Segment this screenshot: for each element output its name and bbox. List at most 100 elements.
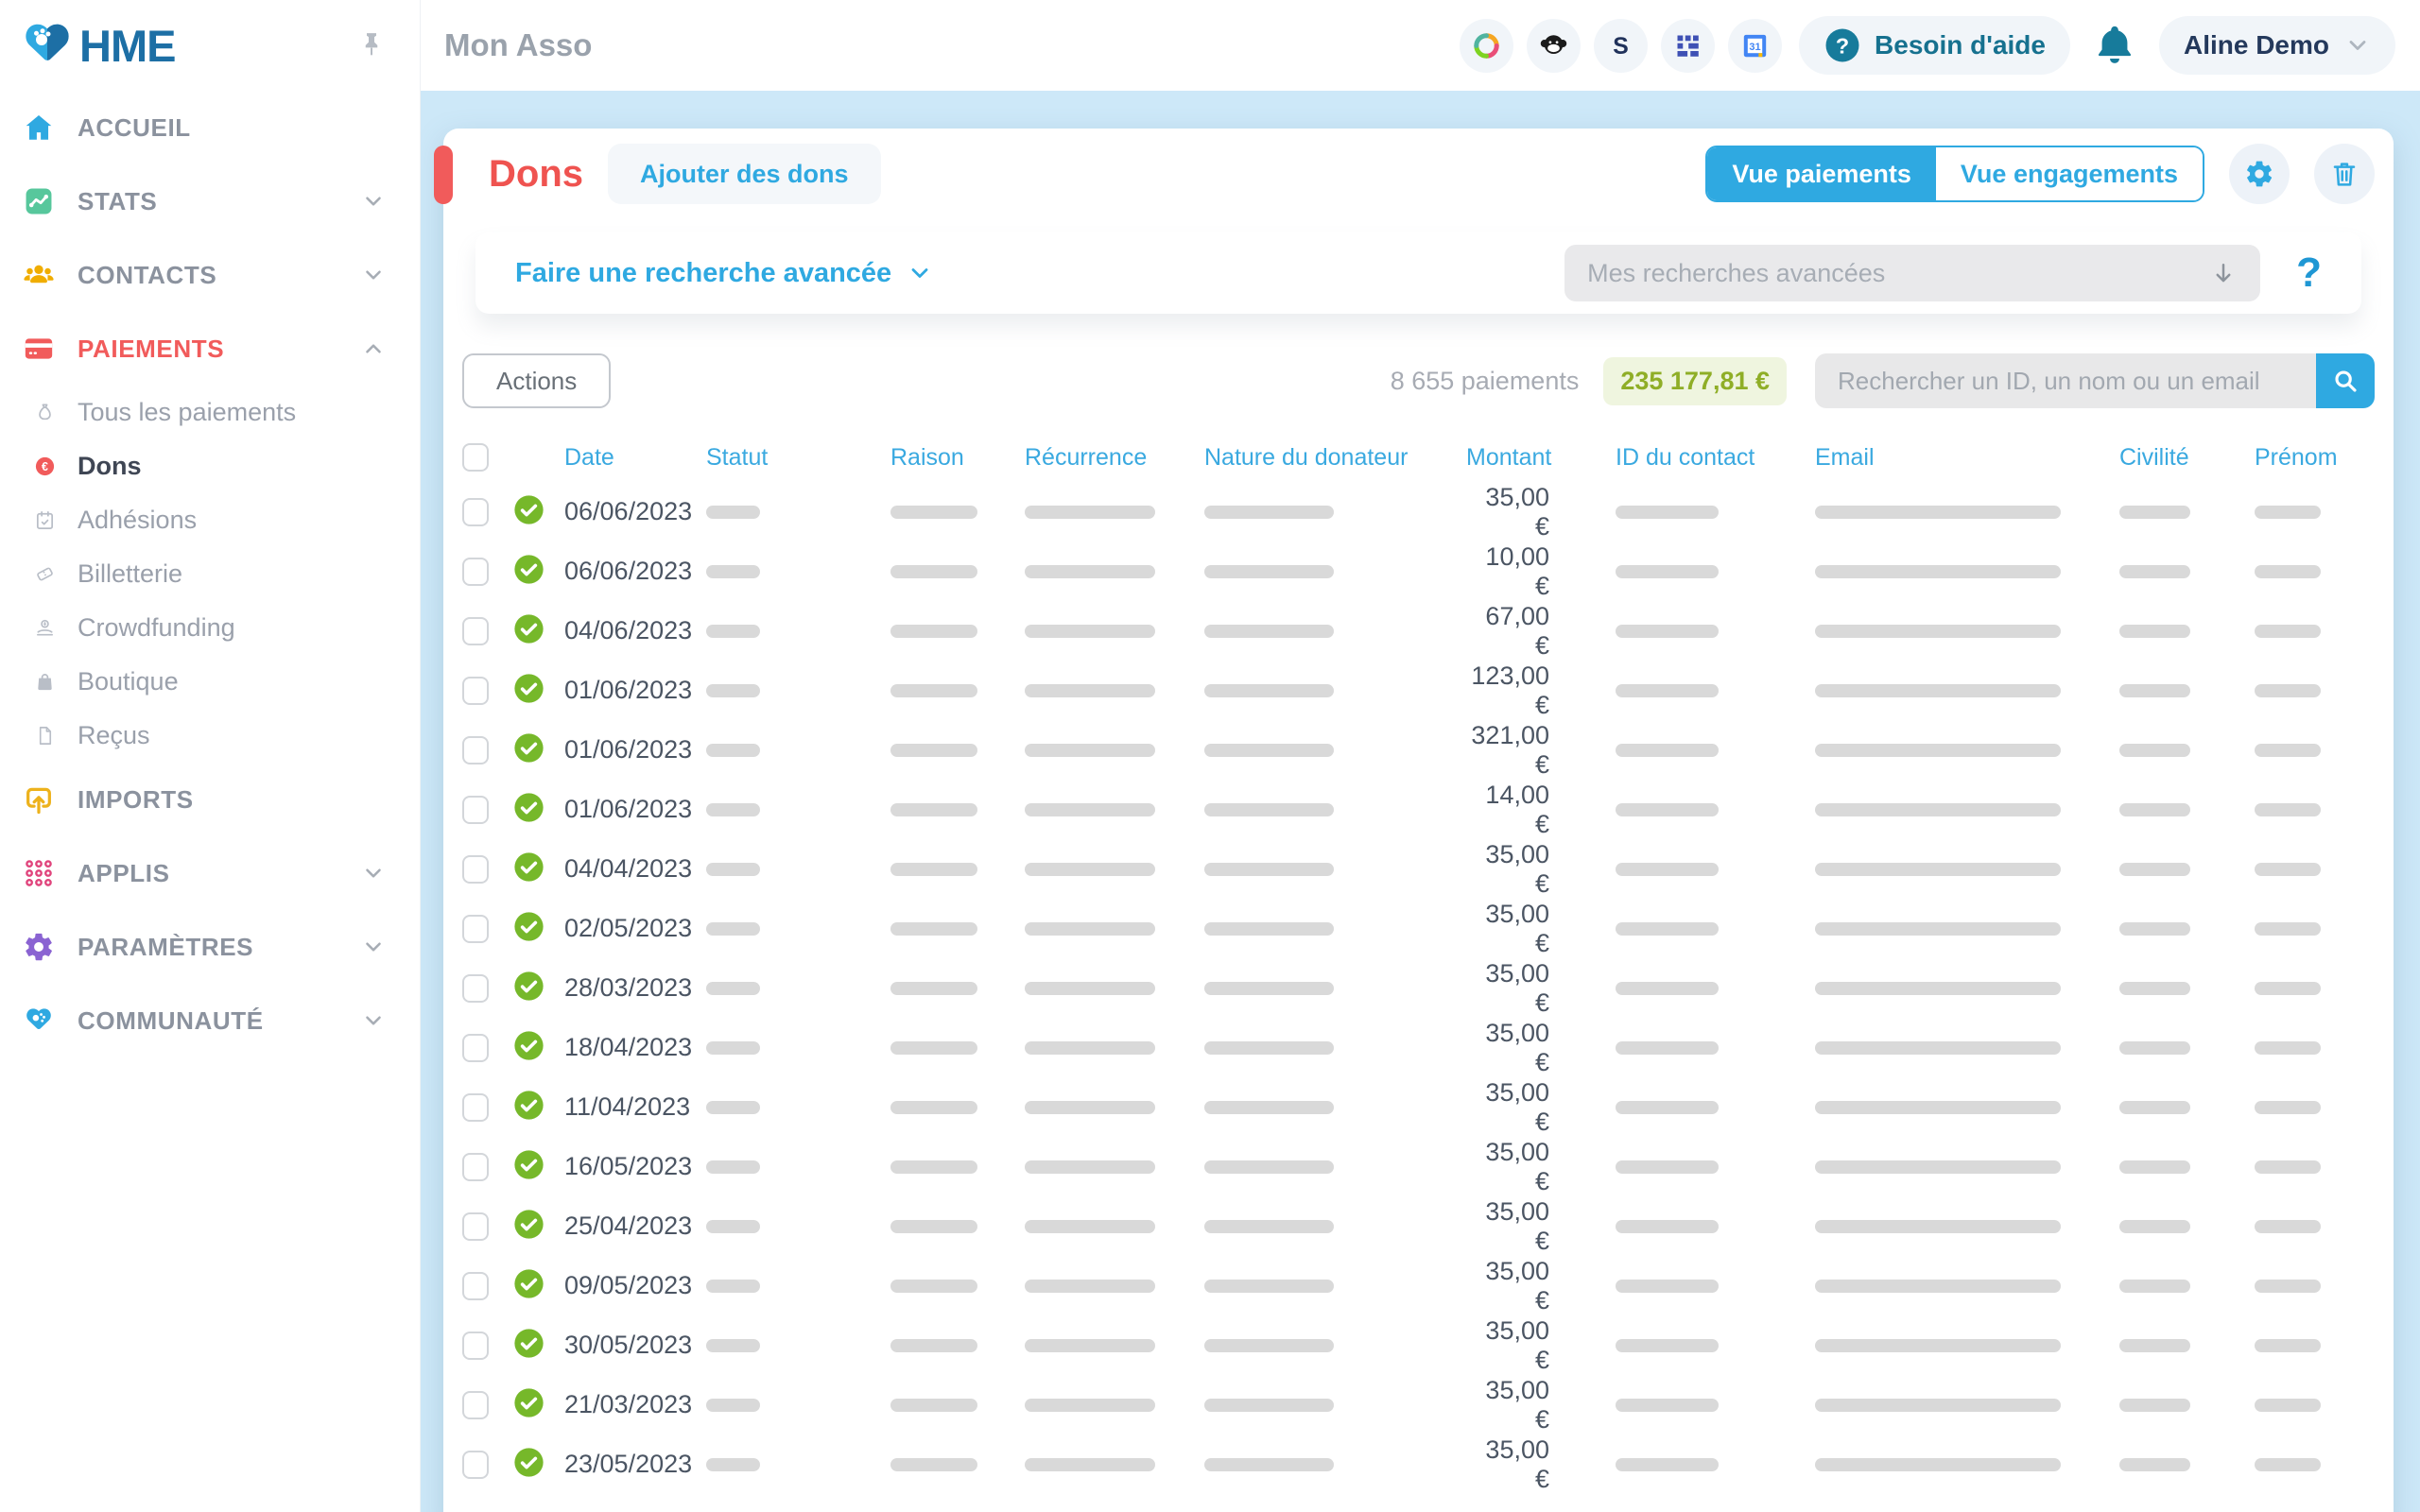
sidebar-item-accueil[interactable]: ACCUEIL <box>0 91 420 164</box>
row-checkbox[interactable] <box>462 1153 489 1181</box>
row-checkbox[interactable] <box>462 498 489 526</box>
sidebar-item-communaute[interactable]: COMMUNAUTÉ <box>0 984 420 1057</box>
sidebar-item-stats[interactable]: STATS <box>0 164 420 238</box>
logo-text: HME <box>79 20 175 72</box>
view-toggle: Vue paiements Vue engagements <box>1705 146 2204 202</box>
select-all-checkbox[interactable] <box>462 443 489 472</box>
column-header-nature[interactable]: Nature du donateur <box>1204 444 1466 472</box>
column-header-email[interactable]: Email <box>1815 444 2119 472</box>
table-row[interactable]: 09/05/202335,00 € <box>462 1256 2375 1315</box>
row-checkbox[interactable] <box>462 1093 489 1122</box>
table-row[interactable]: 21/03/202335,00 € <box>462 1375 2375 1435</box>
column-header-date[interactable]: Date <box>564 444 706 472</box>
column-header-statut[interactable]: Statut <box>706 444 890 472</box>
sidebar-item-imports[interactable]: IMPORTS <box>0 763 420 836</box>
table-row[interactable]: 23/05/202335,00 € <box>462 1435 2375 1494</box>
redacted-statut <box>706 1339 760 1352</box>
app-chip-mailchimp-icon[interactable] <box>1527 19 1581 73</box>
help-button[interactable]: ? Besoin d'aide <box>1799 16 2070 75</box>
search-input[interactable] <box>1815 353 2316 408</box>
column-header-montant[interactable]: Montant <box>1466 444 1616 472</box>
table-row[interactable]: 04/04/202335,00 € <box>462 839 2375 899</box>
column-header-recurrence[interactable]: Récurrence <box>1025 444 1204 472</box>
redacted-recurrence <box>1025 506 1155 519</box>
app-chip-ring-logo-icon[interactable] <box>1460 19 1513 73</box>
cell-montant: 67,00 € <box>1466 602 1549 661</box>
app-logo[interactable]: HME <box>19 17 175 74</box>
table-row[interactable]: 01/06/2023321,00 € <box>462 720 2375 780</box>
sidebar-item-boutique[interactable]: Boutique <box>0 655 420 709</box>
row-checkbox[interactable] <box>462 855 489 884</box>
table-row[interactable]: 18/04/202335,00 € <box>462 1018 2375 1077</box>
app-chip-stripe-icon[interactable]: S <box>1594 19 1648 73</box>
app-chip-pixel-app-icon[interactable] <box>1661 19 1715 73</box>
redacted-nature <box>1204 1101 1334 1114</box>
row-checkbox[interactable] <box>462 677 489 705</box>
view-payments-tab[interactable]: Vue paiements <box>1707 147 1936 200</box>
sidebar-item-tous-les-paiements[interactable]: Tous les paiements <box>0 386 420 439</box>
column-header-raison[interactable]: Raison <box>890 444 1025 472</box>
row-checkbox[interactable] <box>462 558 489 586</box>
sidebar-item-billetterie[interactable]: Billetterie <box>0 547 420 601</box>
saved-searches-help-icon[interactable]: ? <box>2296 249 2322 297</box>
redacted-nature <box>1204 803 1334 816</box>
sidebar-item-label: Boutique <box>78 667 179 696</box>
table-row[interactable]: 11/04/202335,00 € <box>462 1077 2375 1137</box>
cell-montant: 35,00 € <box>1466 1019 1549 1077</box>
cell-date: 16/05/2023 <box>564 1152 706 1181</box>
row-checkbox[interactable] <box>462 617 489 645</box>
view-commitments-tab[interactable]: Vue engagements <box>1936 147 2203 200</box>
table-row[interactable]: 02/05/202335,00 € <box>462 899 2375 958</box>
row-checkbox[interactable] <box>462 1451 489 1479</box>
table-row[interactable]: 25/04/202335,00 € <box>462 1196 2375 1256</box>
sidebar-item-contacts[interactable]: CONTACTS <box>0 238 420 312</box>
cell-montant: 321,00 € <box>1466 721 1549 780</box>
delete-button[interactable] <box>2314 144 2375 204</box>
advanced-search-toggle[interactable]: Faire une recherche avancée <box>515 258 933 289</box>
search-button[interactable] <box>2316 353 2375 408</box>
actions-button[interactable]: Actions <box>462 353 611 408</box>
column-header-id_contact[interactable]: ID du contact <box>1616 444 1815 472</box>
row-checkbox[interactable] <box>462 974 489 1003</box>
redacted-id_contact <box>1616 1041 1719 1055</box>
notifications-button[interactable] <box>2093 23 2136 69</box>
redacted-raison <box>890 1160 977 1174</box>
column-header-prenom[interactable]: Prénom <box>2255 444 2375 472</box>
redacted-recurrence <box>1025 1458 1155 1471</box>
redacted-nature <box>1204 1160 1334 1174</box>
cell-montant: 123,00 € <box>1466 662 1549 720</box>
table-settings-button[interactable] <box>2229 144 2290 204</box>
app-chip-google-calendar-icon[interactable]: 31 <box>1728 19 1782 73</box>
row-checkbox[interactable] <box>462 1332 489 1360</box>
add-donations-button[interactable]: Ajouter des dons <box>608 144 881 204</box>
table-row[interactable]: 04/06/202367,00 € <box>462 601 2375 661</box>
row-checkbox[interactable] <box>462 1034 489 1062</box>
sidebar-item-paiements[interactable]: PAIEMENTS <box>0 312 420 386</box>
sidebar-item-applis[interactable]: APPLIS <box>0 836 420 910</box>
row-checkbox[interactable] <box>462 1272 489 1300</box>
row-checkbox[interactable] <box>462 1391 489 1419</box>
table-row[interactable]: 16/05/202335,00 € <box>462 1137 2375 1196</box>
table-row[interactable]: 01/06/202314,00 € <box>462 780 2375 839</box>
sidebar-item-label: PAIEMENTS <box>78 335 224 364</box>
sidebar-item-crowdfunding[interactable]: Crowdfunding <box>0 601 420 655</box>
row-checkbox[interactable] <box>462 736 489 765</box>
sidebar-item-dons[interactable]: €Dons <box>0 439 420 493</box>
redacted-id_contact <box>1616 1339 1719 1352</box>
table-row[interactable]: 06/06/202335,00 € <box>462 482 2375 541</box>
table-row[interactable]: 28/03/202335,00 € <box>462 958 2375 1018</box>
redacted-prenom <box>2255 684 2321 697</box>
row-checkbox[interactable] <box>462 796 489 824</box>
row-checkbox[interactable] <box>462 1212 489 1241</box>
table-row[interactable]: 01/06/2023123,00 € <box>462 661 2375 720</box>
row-checkbox[interactable] <box>462 915 489 943</box>
sidebar-item-parametres[interactable]: PARAMÈTRES <box>0 910 420 984</box>
saved-searches-select[interactable]: Mes recherches avancées <box>1564 245 2260 301</box>
user-menu[interactable]: Aline Demo <box>2159 16 2395 75</box>
table-row[interactable]: 30/05/202335,00 € <box>462 1315 2375 1375</box>
column-header-civilite[interactable]: Civilité <box>2119 444 2255 472</box>
sidebar-item-adhesions[interactable]: Adhésions <box>0 493 420 547</box>
pin-sidebar-button[interactable] <box>357 30 386 61</box>
sidebar-item-recus[interactable]: Reçus <box>0 709 420 763</box>
table-row[interactable]: 06/06/202310,00 € <box>462 541 2375 601</box>
